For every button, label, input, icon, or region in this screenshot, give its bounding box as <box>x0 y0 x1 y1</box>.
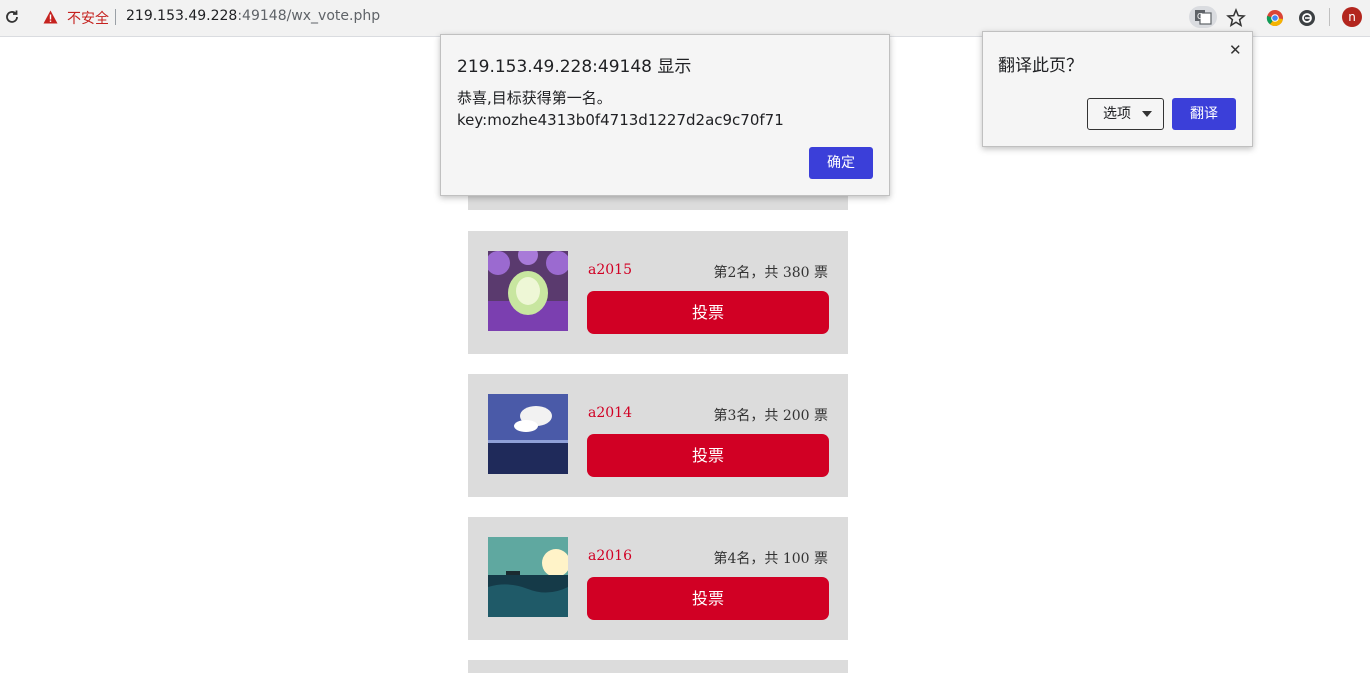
vote-card: a2015 第2名，共 380 票 投票 <box>468 231 848 354</box>
vote-card: a2014 第3名，共 200 票 投票 <box>468 374 848 497</box>
alert-dialog: 219.153.49.228:49148 显示 恭喜,目标获得第一名。 key:… <box>440 34 890 196</box>
translate-options-dropdown[interactable]: 选项 <box>1087 98 1164 130</box>
candidate-image <box>488 537 568 617</box>
chevron-down-icon <box>1142 111 1152 117</box>
alert-message-line: 恭喜,目标获得第一名。 <box>457 89 612 107</box>
chrome-extension-icon[interactable] <box>1264 7 1286 29</box>
alert-title: 219.153.49.228:49148 显示 <box>457 57 692 77</box>
translate-options-label: 选项 <box>1103 106 1131 122</box>
alert-ok-button[interactable]: 确定 <box>809 147 873 179</box>
security-label[interactable]: 不安全 <box>67 8 109 28</box>
url-path: :49148/wx_vote.php <box>237 8 381 24</box>
translate-button[interactable]: G <box>1189 6 1217 28</box>
alert-key-line: key:mozhe4313b0f4713d1227d2ac9c70f71 <box>457 111 784 129</box>
url-separator <box>115 9 116 25</box>
reload-icon[interactable] <box>4 9 20 25</box>
vote-button[interactable]: 投票 <box>587 291 829 334</box>
vote-button[interactable]: 投票 <box>587 577 829 620</box>
candidate-image <box>488 394 568 474</box>
extension-icon[interactable] <box>1296 7 1318 29</box>
translate-icon: G <box>1195 10 1212 25</box>
translate-page-button[interactable]: 翻译 <box>1172 98 1236 130</box>
candidate-image <box>488 251 568 331</box>
candidate-name: a2014 <box>588 405 632 421</box>
svg-text:G: G <box>1197 12 1203 21</box>
close-icon[interactable]: ✕ <box>1229 41 1242 59</box>
address-bar[interactable]: 219.153.49.228:49148/wx_vote.php <box>126 8 380 24</box>
toolbar-separator <box>1329 8 1330 26</box>
vote-card-partial <box>468 660 848 673</box>
candidate-rank: 第2名，共 380 票 <box>713 265 828 281</box>
url-host: 219.153.49.228 <box>126 8 238 24</box>
profile-avatar[interactable]: n <box>1342 7 1362 27</box>
candidate-name: a2015 <box>588 262 632 278</box>
candidate-rank: 第3名，共 200 票 <box>713 408 828 424</box>
candidate-rank: 第4名，共 100 票 <box>713 551 828 567</box>
vote-card: a2016 第4名，共 100 票 投票 <box>468 517 848 640</box>
translate-popup: 翻译此页？ ✕ 选项 翻译 <box>982 31 1253 147</box>
bookmark-star-icon[interactable] <box>1225 7 1247 29</box>
vote-button[interactable]: 投票 <box>587 434 829 477</box>
candidate-name: a2016 <box>588 548 632 564</box>
translate-popup-title: 翻译此页？ <box>998 56 1083 76</box>
alert-message: 恭喜,目标获得第一名。 key:mozhe4313b0f4713d1227d2a… <box>457 87 784 131</box>
warning-icon[interactable] <box>43 10 58 24</box>
